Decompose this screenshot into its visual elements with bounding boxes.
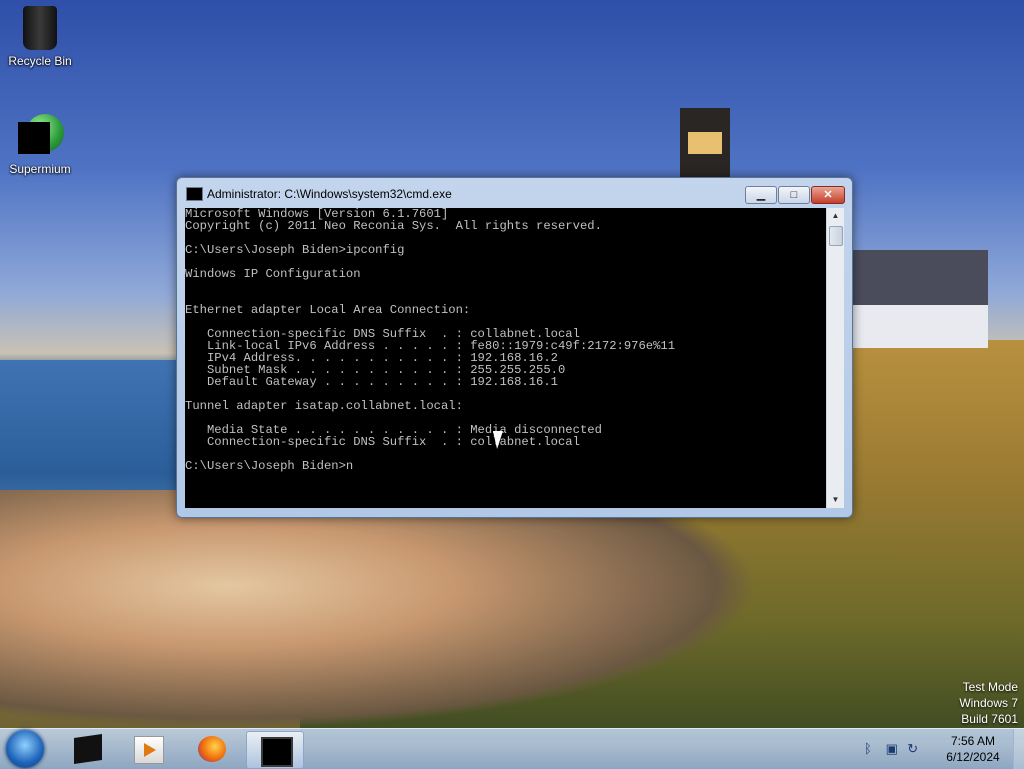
taskbar-item-firefox[interactable] [184, 731, 240, 767]
taskbar-item-media-player[interactable] [120, 731, 176, 767]
lighthouse-lamp [688, 132, 722, 154]
taskbar-item-app[interactable] [60, 731, 116, 767]
close-button[interactable]: ✕ [811, 186, 845, 204]
scroll-down-arrow-icon[interactable]: ▼ [827, 492, 844, 508]
minimize-button[interactable]: ▁ [745, 186, 777, 204]
taskbar-clock[interactable]: 7:56 AM 6/12/2024 [940, 733, 1006, 765]
command-prompt-icon [261, 737, 293, 767]
bluetooth-icon[interactable]: ᛒ [864, 741, 882, 756]
vertical-scrollbar[interactable]: ▲ ▼ [826, 208, 844, 508]
desktop-icon-label: Recycle Bin [8, 54, 72, 68]
taskbar-item-cmd[interactable] [246, 731, 304, 769]
console-output: Microsoft Windows [Version 6.1.7601] Cop… [185, 208, 676, 473]
scrollbar-thumb[interactable] [829, 226, 843, 246]
taskbar: ᛒ ▣ ↻ 7:56 AM 6/12/2024 [0, 728, 1024, 769]
window-titlebar[interactable]: Administrator: C:\Windows\system32\cmd.e… [177, 178, 852, 207]
cmd-window-icon[interactable] [186, 187, 203, 201]
window-title: Administrator: C:\Windows\system32\cmd.e… [207, 187, 452, 201]
supermium-icon [18, 114, 64, 158]
recycle-bin-icon [23, 6, 57, 50]
start-button[interactable] [6, 730, 44, 768]
network-icon[interactable]: ▣ [886, 741, 904, 757]
sync-icon[interactable]: ↻ [907, 741, 925, 757]
black-box-app-icon [74, 734, 102, 764]
desktop-icon-label: Supermium [9, 162, 71, 176]
show-desktop-button[interactable] [1013, 729, 1024, 769]
console-area[interactable]: Microsoft Windows [Version 6.1.7601] Cop… [185, 208, 826, 508]
clock-date: 6/12/2024 [946, 750, 1000, 764]
watermark-line: Windows 7 [959, 696, 1018, 710]
maximize-button[interactable]: □ [778, 186, 810, 204]
scroll-up-arrow-icon[interactable]: ▲ [827, 208, 844, 224]
rocks-background [0, 490, 760, 730]
house-roof [848, 250, 988, 305]
firefox-icon [198, 736, 226, 762]
watermark-line: Build 7601 [961, 712, 1018, 726]
desktop-icon-supermium[interactable]: Supermium [0, 114, 80, 176]
desktop-icon-recycle-bin[interactable]: Recycle Bin [0, 6, 80, 68]
watermark-line: Test Mode [962, 680, 1018, 694]
test-mode-watermark: Test Mode Windows 7 Build 7601 [959, 679, 1018, 727]
cmd-window[interactable]: Administrator: C:\Windows\system32\cmd.e… [176, 177, 853, 518]
clock-time: 7:56 AM [950, 734, 996, 748]
house [848, 305, 988, 348]
system-tray: ᛒ ▣ ↻ [864, 741, 925, 757]
media-player-icon [134, 736, 164, 764]
